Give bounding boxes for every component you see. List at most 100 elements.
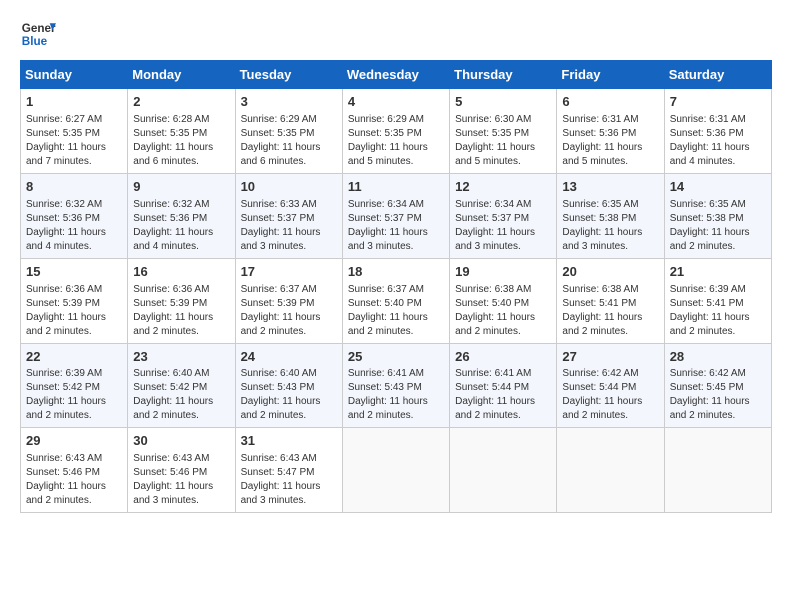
calendar-day-cell: 3Sunrise: 6:29 AMSunset: 5:35 PMDaylight… bbox=[235, 89, 342, 174]
day-number: 21 bbox=[670, 263, 766, 282]
calendar-day-cell: 16Sunrise: 6:36 AMSunset: 5:39 PMDayligh… bbox=[128, 258, 235, 343]
calendar-day-cell: 8Sunrise: 6:32 AMSunset: 5:36 PMDaylight… bbox=[21, 173, 128, 258]
calendar-day-cell: 4Sunrise: 6:29 AMSunset: 5:35 PMDaylight… bbox=[342, 89, 449, 174]
calendar-day-cell: 9Sunrise: 6:32 AMSunset: 5:36 PMDaylight… bbox=[128, 173, 235, 258]
day-info: Sunrise: 6:43 AMSunset: 5:47 PMDaylight:… bbox=[241, 452, 337, 508]
day-number: 12 bbox=[455, 178, 551, 197]
day-info: Sunrise: 6:41 AMSunset: 5:43 PMDaylight:… bbox=[348, 367, 444, 423]
day-number: 29 bbox=[26, 432, 122, 451]
calendar-day-cell: 12Sunrise: 6:34 AMSunset: 5:37 PMDayligh… bbox=[450, 173, 557, 258]
day-number: 11 bbox=[348, 178, 444, 197]
day-info: Sunrise: 6:40 AMSunset: 5:43 PMDaylight:… bbox=[241, 367, 337, 423]
calendar-day-cell: 13Sunrise: 6:35 AMSunset: 5:38 PMDayligh… bbox=[557, 173, 664, 258]
day-number: 14 bbox=[670, 178, 766, 197]
day-info: Sunrise: 6:31 AMSunset: 5:36 PMDaylight:… bbox=[562, 113, 658, 169]
calendar-day-cell: 20Sunrise: 6:38 AMSunset: 5:41 PMDayligh… bbox=[557, 258, 664, 343]
calendar-day-cell: 7Sunrise: 6:31 AMSunset: 5:36 PMDaylight… bbox=[664, 89, 771, 174]
calendar-week-row: 1Sunrise: 6:27 AMSunset: 5:35 PMDaylight… bbox=[21, 89, 772, 174]
calendar-day-cell: 11Sunrise: 6:34 AMSunset: 5:37 PMDayligh… bbox=[342, 173, 449, 258]
calendar-day-cell: 18Sunrise: 6:37 AMSunset: 5:40 PMDayligh… bbox=[342, 258, 449, 343]
day-info: Sunrise: 6:31 AMSunset: 5:36 PMDaylight:… bbox=[670, 113, 766, 169]
calendar-day-cell: 24Sunrise: 6:40 AMSunset: 5:43 PMDayligh… bbox=[235, 343, 342, 428]
day-number: 28 bbox=[670, 348, 766, 367]
calendar-day-cell bbox=[664, 428, 771, 513]
day-info: Sunrise: 6:38 AMSunset: 5:40 PMDaylight:… bbox=[455, 283, 551, 339]
day-info: Sunrise: 6:40 AMSunset: 5:42 PMDaylight:… bbox=[133, 367, 229, 423]
day-number: 7 bbox=[670, 93, 766, 112]
weekday-header-row: SundayMondayTuesdayWednesdayThursdayFrid… bbox=[21, 61, 772, 89]
day-number: 9 bbox=[133, 178, 229, 197]
day-info: Sunrise: 6:27 AMSunset: 5:35 PMDaylight:… bbox=[26, 113, 122, 169]
day-info: Sunrise: 6:39 AMSunset: 5:42 PMDaylight:… bbox=[26, 367, 122, 423]
calendar-table: SundayMondayTuesdayWednesdayThursdayFrid… bbox=[20, 60, 772, 513]
day-info: Sunrise: 6:29 AMSunset: 5:35 PMDaylight:… bbox=[241, 113, 337, 169]
logo-icon: General Blue bbox=[20, 16, 56, 52]
day-number: 15 bbox=[26, 263, 122, 282]
calendar-day-cell: 2Sunrise: 6:28 AMSunset: 5:35 PMDaylight… bbox=[128, 89, 235, 174]
calendar-day-cell: 19Sunrise: 6:38 AMSunset: 5:40 PMDayligh… bbox=[450, 258, 557, 343]
day-info: Sunrise: 6:37 AMSunset: 5:40 PMDaylight:… bbox=[348, 283, 444, 339]
logo: General Blue bbox=[20, 16, 56, 52]
svg-text:Blue: Blue bbox=[22, 35, 48, 48]
calendar-day-cell bbox=[450, 428, 557, 513]
day-number: 30 bbox=[133, 432, 229, 451]
calendar-day-cell: 10Sunrise: 6:33 AMSunset: 5:37 PMDayligh… bbox=[235, 173, 342, 258]
day-number: 16 bbox=[133, 263, 229, 282]
day-number: 24 bbox=[241, 348, 337, 367]
day-number: 1 bbox=[26, 93, 122, 112]
weekday-label: Thursday bbox=[450, 61, 557, 89]
weekday-label: Sunday bbox=[21, 61, 128, 89]
calendar-day-cell bbox=[342, 428, 449, 513]
calendar-day-cell: 22Sunrise: 6:39 AMSunset: 5:42 PMDayligh… bbox=[21, 343, 128, 428]
calendar-day-cell: 30Sunrise: 6:43 AMSunset: 5:46 PMDayligh… bbox=[128, 428, 235, 513]
calendar-day-cell: 29Sunrise: 6:43 AMSunset: 5:46 PMDayligh… bbox=[21, 428, 128, 513]
day-info: Sunrise: 6:36 AMSunset: 5:39 PMDaylight:… bbox=[133, 283, 229, 339]
header: General Blue bbox=[20, 16, 772, 52]
calendar-day-cell: 1Sunrise: 6:27 AMSunset: 5:35 PMDaylight… bbox=[21, 89, 128, 174]
calendar-week-row: 22Sunrise: 6:39 AMSunset: 5:42 PMDayligh… bbox=[21, 343, 772, 428]
day-number: 25 bbox=[348, 348, 444, 367]
weekday-label: Wednesday bbox=[342, 61, 449, 89]
day-info: Sunrise: 6:34 AMSunset: 5:37 PMDaylight:… bbox=[348, 198, 444, 254]
day-info: Sunrise: 6:42 AMSunset: 5:44 PMDaylight:… bbox=[562, 367, 658, 423]
day-number: 19 bbox=[455, 263, 551, 282]
day-info: Sunrise: 6:32 AMSunset: 5:36 PMDaylight:… bbox=[133, 198, 229, 254]
day-info: Sunrise: 6:32 AMSunset: 5:36 PMDaylight:… bbox=[26, 198, 122, 254]
day-number: 27 bbox=[562, 348, 658, 367]
calendar-day-cell: 27Sunrise: 6:42 AMSunset: 5:44 PMDayligh… bbox=[557, 343, 664, 428]
day-info: Sunrise: 6:36 AMSunset: 5:39 PMDaylight:… bbox=[26, 283, 122, 339]
day-info: Sunrise: 6:35 AMSunset: 5:38 PMDaylight:… bbox=[562, 198, 658, 254]
day-info: Sunrise: 6:39 AMSunset: 5:41 PMDaylight:… bbox=[670, 283, 766, 339]
calendar-week-row: 15Sunrise: 6:36 AMSunset: 5:39 PMDayligh… bbox=[21, 258, 772, 343]
calendar-day-cell: 17Sunrise: 6:37 AMSunset: 5:39 PMDayligh… bbox=[235, 258, 342, 343]
calendar-day-cell: 28Sunrise: 6:42 AMSunset: 5:45 PMDayligh… bbox=[664, 343, 771, 428]
day-number: 6 bbox=[562, 93, 658, 112]
calendar-day-cell: 23Sunrise: 6:40 AMSunset: 5:42 PMDayligh… bbox=[128, 343, 235, 428]
calendar-day-cell: 21Sunrise: 6:39 AMSunset: 5:41 PMDayligh… bbox=[664, 258, 771, 343]
day-number: 20 bbox=[562, 263, 658, 282]
day-number: 26 bbox=[455, 348, 551, 367]
day-number: 3 bbox=[241, 93, 337, 112]
day-info: Sunrise: 6:29 AMSunset: 5:35 PMDaylight:… bbox=[348, 113, 444, 169]
day-number: 10 bbox=[241, 178, 337, 197]
day-info: Sunrise: 6:35 AMSunset: 5:38 PMDaylight:… bbox=[670, 198, 766, 254]
day-info: Sunrise: 6:43 AMSunset: 5:46 PMDaylight:… bbox=[26, 452, 122, 508]
day-info: Sunrise: 6:38 AMSunset: 5:41 PMDaylight:… bbox=[562, 283, 658, 339]
day-info: Sunrise: 6:43 AMSunset: 5:46 PMDaylight:… bbox=[133, 452, 229, 508]
day-number: 31 bbox=[241, 432, 337, 451]
weekday-label: Saturday bbox=[664, 61, 771, 89]
weekday-label: Friday bbox=[557, 61, 664, 89]
day-number: 8 bbox=[26, 178, 122, 197]
day-info: Sunrise: 6:34 AMSunset: 5:37 PMDaylight:… bbox=[455, 198, 551, 254]
day-number: 13 bbox=[562, 178, 658, 197]
day-info: Sunrise: 6:42 AMSunset: 5:45 PMDaylight:… bbox=[670, 367, 766, 423]
calendar-day-cell: 26Sunrise: 6:41 AMSunset: 5:44 PMDayligh… bbox=[450, 343, 557, 428]
calendar-day-cell: 15Sunrise: 6:36 AMSunset: 5:39 PMDayligh… bbox=[21, 258, 128, 343]
day-number: 22 bbox=[26, 348, 122, 367]
weekday-label: Monday bbox=[128, 61, 235, 89]
calendar-week-row: 29Sunrise: 6:43 AMSunset: 5:46 PMDayligh… bbox=[21, 428, 772, 513]
calendar-day-cell: 25Sunrise: 6:41 AMSunset: 5:43 PMDayligh… bbox=[342, 343, 449, 428]
calendar-day-cell bbox=[557, 428, 664, 513]
weekday-label: Tuesday bbox=[235, 61, 342, 89]
day-number: 23 bbox=[133, 348, 229, 367]
